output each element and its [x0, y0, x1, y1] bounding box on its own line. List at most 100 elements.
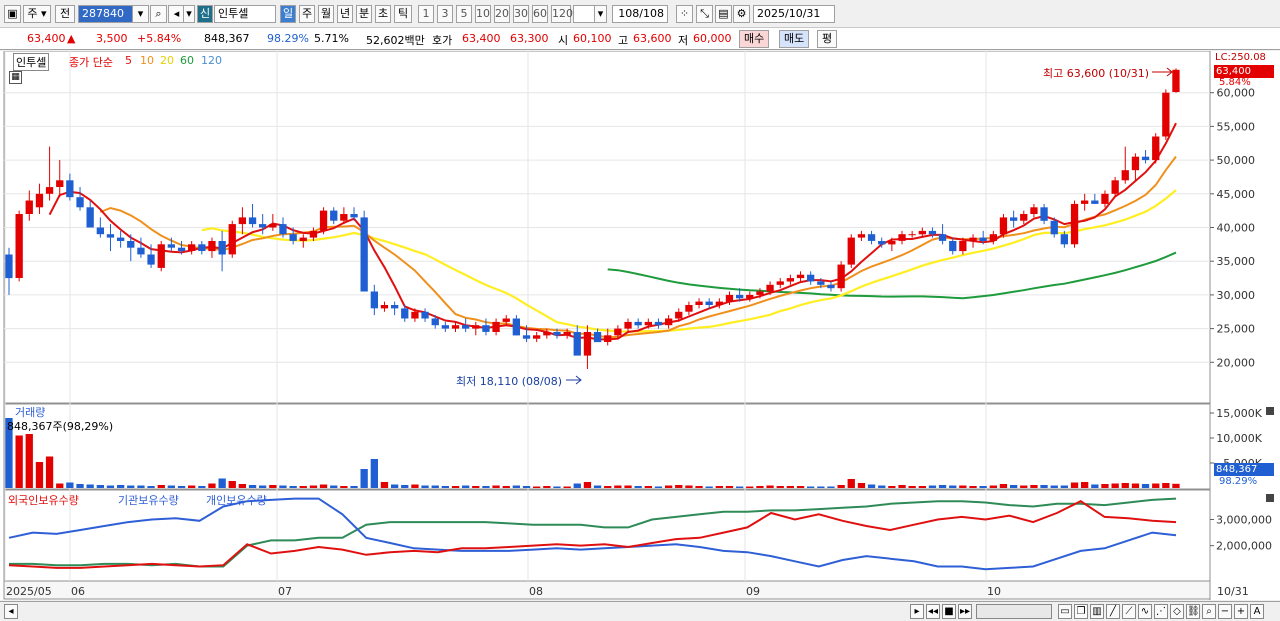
volume-bar: [918, 486, 926, 488]
sell-button[interactable]: 매도: [779, 30, 810, 48]
calendar-icon[interactable]: ▦: [9, 71, 22, 84]
auto-icon[interactable]: A: [1250, 604, 1264, 619]
rewind-icon[interactable]: ◂◂: [926, 604, 940, 619]
page-count-field[interactable]: 108/108: [612, 5, 668, 23]
holding-close-icon[interactable]: [1266, 494, 1274, 502]
volume-bar: [309, 485, 318, 488]
candle-body: [401, 308, 409, 319]
candle-body: [45, 187, 54, 194]
search-icon[interactable]: ⌕: [150, 5, 167, 23]
chart-type-icon[interactable]: ▭: [1058, 604, 1072, 619]
date-field[interactable]: 2025/10/31: [753, 5, 835, 23]
bar-icon[interactable]: ▥: [1090, 604, 1104, 619]
eval-button[interactable]: 평: [817, 30, 838, 48]
period-tick-button[interactable]: 틱: [394, 5, 412, 23]
volume-bar: [76, 484, 84, 488]
period-year-button[interactable]: 년: [337, 5, 353, 23]
zoom-out-icon[interactable]: −: [1218, 604, 1232, 619]
volume-bar: [137, 485, 145, 488]
interval-120-button[interactable]: 120: [551, 5, 573, 23]
bottom-scrollbar[interactable]: ◂ ▸ ◂◂ ■ ▸▸ ▭ ❐ ▥ ╱ ⟋ ∿ ⋰ ◇ ⛓ ⌕ − + A: [0, 601, 1280, 621]
shape-icon[interactable]: ◇: [1170, 604, 1184, 619]
volume-bar: [867, 484, 876, 488]
copy-icon[interactable]: ❐: [1074, 604, 1088, 619]
volume-bar: [1101, 484, 1109, 488]
turnover-rate: 5.71%: [314, 32, 349, 45]
zoom-in-icon[interactable]: +: [1234, 604, 1248, 619]
chart-canvas[interactable]: 60,000 55,000 50,000 45,000 40,000 35,000 30,0…: [0, 51, 1280, 600]
stop-icon[interactable]: ■: [942, 604, 956, 619]
crosshair-icon[interactable]: ⤡: [696, 5, 713, 23]
chart-area[interactable]: 60,000 55,000 50,000 45,000 40,000 35,000 30,0…: [0, 51, 1280, 600]
candle-body: [1030, 207, 1038, 214]
period-second-button[interactable]: 초: [375, 5, 391, 23]
interval-30-button[interactable]: 30: [513, 5, 529, 23]
volume-bar: [1121, 483, 1129, 488]
candle-body: [319, 210, 328, 231]
candle-body: [1081, 200, 1089, 204]
buy-button[interactable]: 매수: [739, 30, 770, 48]
volume-bar: [1050, 485, 1058, 488]
price-tick-label: 55,000: [1217, 120, 1256, 133]
period-minute-button[interactable]: 분: [356, 5, 372, 23]
interval-10-button[interactable]: 10: [475, 5, 491, 23]
volume-bar: [157, 485, 165, 488]
candle-body: [167, 244, 175, 248]
gear-icon[interactable]: ⚙: [733, 5, 750, 23]
week-selector[interactable]: 주 ▾: [23, 5, 51, 23]
volume-bar: [807, 486, 815, 488]
trend-icon[interactable]: ⟋: [1122, 604, 1136, 619]
candle-body: [736, 294, 744, 299]
candle-body: [908, 234, 916, 236]
save-icon[interactable]: ▤: [715, 5, 732, 23]
interval-60-button[interactable]: 60: [532, 5, 548, 23]
candle-body: [1040, 207, 1048, 221]
grid-icon[interactable]: ⁘: [676, 5, 693, 23]
ma5-legend: 5: [125, 54, 132, 67]
dropdown-icon[interactable]: ▾: [132, 5, 149, 23]
volume-bar: [969, 486, 977, 488]
line-tool-icon[interactable]: ╱: [1106, 604, 1120, 619]
ma60-legend: 60: [180, 54, 194, 67]
interval-dropdown-icon[interactable]: ▾: [594, 5, 607, 23]
magnify-icon[interactable]: ⌕: [1202, 604, 1216, 619]
volume-bar: [543, 486, 551, 488]
forward-icon[interactable]: ▸▸: [958, 604, 972, 619]
volume-bar: [665, 485, 673, 488]
volume-bar: [198, 486, 206, 488]
scroll-left-icon[interactable]: ◂: [4, 604, 18, 619]
scroll-right-icon[interactable]: ▸: [910, 604, 924, 619]
wave-icon[interactable]: ∿: [1138, 604, 1152, 619]
stock-legend[interactable]: 인투셀: [13, 53, 50, 71]
volume-bar: [66, 482, 74, 488]
period-month-button[interactable]: 월: [318, 5, 334, 23]
candle-body: [1131, 156, 1140, 171]
layout-icon[interactable]: ▣: [4, 5, 21, 23]
interval-5-button[interactable]: 5: [456, 5, 472, 23]
interval-1-button[interactable]: 1: [418, 5, 434, 23]
candle-body: [157, 244, 165, 268]
interval-3-button[interactable]: 3: [437, 5, 453, 23]
candle-body: [431, 318, 439, 326]
volume-bar: [837, 485, 845, 488]
stock-name-field[interactable]: 인투셀: [214, 5, 276, 23]
speaker-dropdown-icon[interactable]: ▾: [183, 5, 195, 23]
prev-button[interactable]: 전: [55, 5, 75, 23]
volume-bar: [472, 486, 480, 488]
candle-body: [137, 247, 145, 255]
price-tick-label: 35,000: [1217, 255, 1256, 268]
volume-tag: 848,367: [1214, 463, 1274, 476]
volume-bar: [908, 486, 916, 488]
candle-body: [593, 332, 602, 343]
volume-close-icon[interactable]: [1266, 407, 1274, 415]
fib-icon[interactable]: ⋰: [1154, 604, 1168, 619]
candle-body: [1091, 200, 1099, 204]
zoom-slider[interactable]: [976, 604, 1052, 619]
link-icon[interactable]: ⛓: [1186, 604, 1200, 619]
volume-bar: [117, 485, 125, 488]
candle-body: [938, 234, 947, 241]
period-week-button[interactable]: 주: [299, 5, 315, 23]
interval-20-button[interactable]: 20: [494, 5, 510, 23]
period-day-button[interactable]: 일: [280, 5, 296, 23]
price-change-pct: +5.84%: [137, 32, 182, 45]
